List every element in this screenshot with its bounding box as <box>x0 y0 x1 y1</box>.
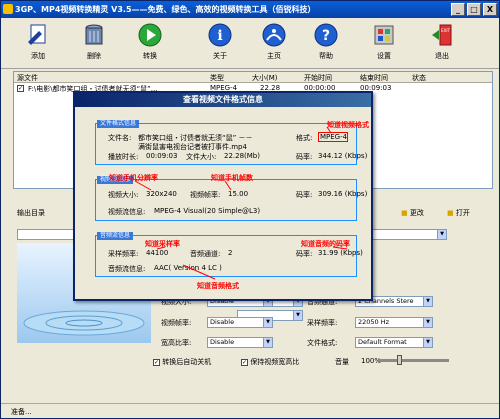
change-label: 更改 <box>409 209 424 217</box>
col-type[interactable]: 类型 <box>210 73 224 83</box>
app-logo-icon <box>3 4 13 14</box>
file-list-header: 源文件 类型 大小(M) 开始时间 结束时间 状态 <box>14 72 492 83</box>
col-end[interactable]: 结束时间 <box>360 73 388 83</box>
chevron-down-icon: ▼ <box>423 297 432 306</box>
add-file-icon <box>24 21 52 49</box>
shutdown-label: 转换后自动关机 <box>162 358 212 366</box>
col-size[interactable]: 大小(M) <box>252 73 278 83</box>
video-fps-label: 视频帧率: <box>161 319 192 327</box>
help-button[interactable]: ? 帮助 <box>305 21 347 61</box>
video-fps-select[interactable]: Disable ▼ <box>207 317 273 328</box>
svg-text:?: ? <box>322 28 330 44</box>
help-icon: ? <box>312 21 340 49</box>
convert-label: 转换 <box>143 52 157 60</box>
title-bar[interactable]: 3GP、MP4视频转换精灵 V3.5——免费、绿色、高效的视频转换工具（佰锐科技… <box>1 1 499 18</box>
volume-value: 100% <box>361 357 382 365</box>
exit-button[interactable]: EXIT 退出 <box>421 21 463 61</box>
chevron-down-icon: ▼ <box>293 311 302 320</box>
volume-slider-thumb[interactable] <box>397 355 402 365</box>
status-bar: 准备... <box>1 403 499 418</box>
chevron-down-icon: ▼ <box>263 318 272 327</box>
help-label: 帮助 <box>319 52 333 60</box>
sample-rate-label: 采样频率: <box>307 319 338 327</box>
video-fps-value: Disable <box>210 318 235 326</box>
window-title: 3GP、MP4视频转换精灵 V3.5——免费、绿色、高效的视频转换工具（佰锐科技… <box>15 5 316 14</box>
aspect-select[interactable]: Disable ▼ <box>207 337 273 348</box>
add-label: 添加 <box>31 52 45 60</box>
open-label: 打开 <box>455 209 470 217</box>
open-folder-icon: ■ <box>447 209 454 217</box>
shutdown-checkbox[interactable]: ✓ 转换后自动关机 <box>153 357 211 367</box>
keep-ratio-label: 保持视频宽高比 <box>250 358 300 366</box>
trash-icon <box>80 21 108 49</box>
col-source[interactable]: 源文件 <box>17 73 38 83</box>
aspect-value: Disable <box>210 338 235 346</box>
convert-button[interactable]: 转换 <box>129 21 171 61</box>
file-info-dialog: 查看视频文件格式信息 文件格式信息 文件名: 都市笑口组・讨债者就无须“鼠” －… <box>73 91 373 301</box>
aspect-label: 宽高比率: <box>161 339 192 347</box>
settings-label: 设置 <box>377 52 391 60</box>
home-button[interactable]: 主页 <box>253 21 295 61</box>
annotation-arrows <box>134 126 348 280</box>
file-format-label: 文件格式: <box>307 339 338 347</box>
open-button[interactable]: ■ 打开 <box>447 208 470 218</box>
sample-rate-select[interactable]: 22050 Hz ▼ <box>355 317 433 328</box>
convert-play-icon <box>136 21 164 49</box>
sample-rate-value: 22050 Hz <box>358 318 390 326</box>
about-button[interactable]: i 关于 <box>199 21 241 61</box>
svg-text:EXIT: EXIT <box>441 28 450 33</box>
chevron-down-icon: ▼ <box>423 338 432 347</box>
svg-text:i: i <box>217 28 222 44</box>
file-format-select[interactable]: Default Format ▼ <box>355 337 433 348</box>
keep-ratio-checkbox[interactable]: ✓ 保持视频宽高比 <box>241 357 299 367</box>
folder-icon: ■ <box>401 209 408 217</box>
status-text: 准备... <box>11 408 32 416</box>
settings-icon <box>370 21 398 49</box>
volume-label: 音量 <box>335 358 349 366</box>
info-icon: i <box>206 21 234 49</box>
add-button[interactable]: 添加 <box>17 21 59 61</box>
close-button[interactable]: X <box>483 3 497 16</box>
file-format-value: Default Format <box>358 338 407 346</box>
change-button[interactable]: ■ 更改 <box>401 208 424 218</box>
home-icon <box>260 21 288 49</box>
col-status[interactable]: 状态 <box>412 73 426 83</box>
settings-button[interactable]: 设置 <box>363 21 405 61</box>
delete-button[interactable]: 删除 <box>73 21 115 61</box>
chevron-down-icon: ▼ <box>423 318 432 327</box>
chevron-down-icon: ▼ <box>437 230 446 239</box>
delete-label: 删除 <box>87 52 101 60</box>
toolbar: 添加 删除 转换 i 关于 主页 ? 帮助 设置 EXIT 退出 <box>1 19 499 69</box>
about-label: 关于 <box>213 52 227 60</box>
home-label: 主页 <box>267 52 281 60</box>
output-dir-label: 输出目录 <box>17 209 45 217</box>
exit-label: 退出 <box>435 52 449 60</box>
volume-slider[interactable] <box>379 359 449 362</box>
maximize-button[interactable]: □ <box>467 3 481 16</box>
exit-icon: EXIT <box>428 21 456 49</box>
col-start[interactable]: 开始时间 <box>304 73 332 83</box>
chevron-down-icon: ▼ <box>263 338 272 347</box>
minimize-button[interactable]: _ <box>451 3 465 16</box>
app-window: 3GP、MP4视频转换精灵 V3.5——免费、绿色、高效的视频转换工具（佰锐科技… <box>0 0 500 419</box>
